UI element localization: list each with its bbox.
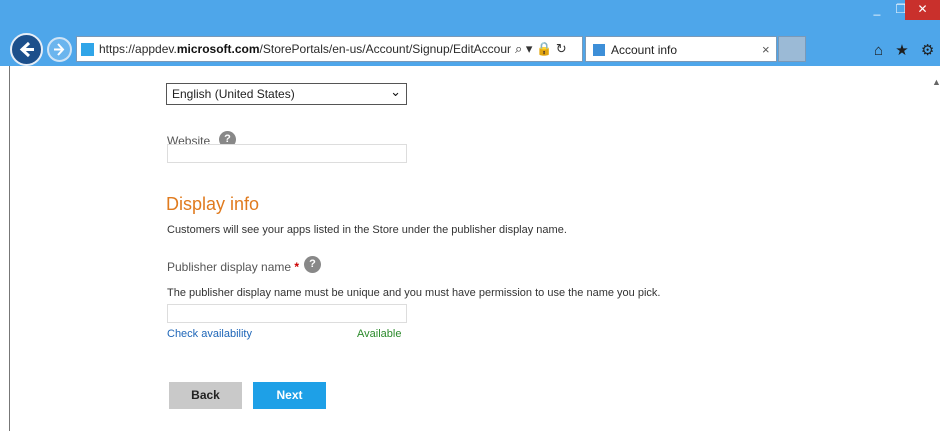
chevron-down-icon: ⌄ — [390, 84, 401, 99]
publisher-name-description: The publisher display name must be uniqu… — [167, 287, 661, 299]
availability-status: Available — [357, 328, 402, 340]
required-marker: * — [294, 260, 300, 274]
windows-logo-icon — [593, 44, 605, 56]
navigation-bar: https://appdev.microsoft.com/StorePortal… — [0, 20, 940, 66]
url-text[interactable]: https://appdev.microsoft.com/StorePortal… — [99, 42, 511, 56]
browser-forward-button[interactable] — [47, 37, 72, 62]
new-tab-button[interactable] — [778, 36, 806, 62]
scroll-up-arrow-icon[interactable]: ▲ — [932, 77, 940, 87]
tab-label: Account info — [611, 43, 678, 57]
tab-account-info[interactable]: Account info × — [585, 36, 777, 62]
next-button[interactable]: Next — [253, 382, 326, 409]
language-value: English (United States) — [172, 87, 295, 101]
home-favorites-tools-icons[interactable]: ⌂ ★ ⚙ — [874, 41, 938, 59]
display-info-description: Customers will see your apps listed in t… — [167, 224, 567, 236]
forward-arrow-icon — [54, 43, 65, 56]
publisher-help-icon[interactable]: ? — [304, 256, 321, 273]
display-info-heading: Display info — [166, 194, 260, 214]
address-tools-icons[interactable]: ⌕ ▾ 🔒 ↻ — [515, 41, 567, 57]
publisher-name-input[interactable] — [167, 304, 407, 323]
back-button[interactable]: Back — [169, 382, 242, 409]
site-favicon-icon — [81, 43, 94, 56]
content-border — [9, 66, 10, 431]
back-arrow-icon — [19, 41, 34, 58]
tab-close-icon[interactable]: × — [762, 42, 770, 57]
website-input[interactable] — [167, 144, 407, 163]
check-availability-link[interactable]: Check availability — [167, 328, 252, 340]
minimize-button[interactable]: _ — [864, 0, 890, 20]
page-content: ▲ English (United States) ⌄ Website ? Di… — [0, 66, 940, 431]
language-select[interactable]: English (United States) ⌄ — [166, 83, 407, 105]
address-bar[interactable]: https://appdev.microsoft.com/StorePortal… — [76, 36, 583, 62]
browser-back-button[interactable] — [10, 33, 43, 66]
title-bar: _ ❐ ✕ — [0, 0, 940, 20]
close-window-button[interactable]: ✕ — [905, 0, 940, 20]
publisher-name-label: Publisher display name * — [167, 260, 300, 274]
